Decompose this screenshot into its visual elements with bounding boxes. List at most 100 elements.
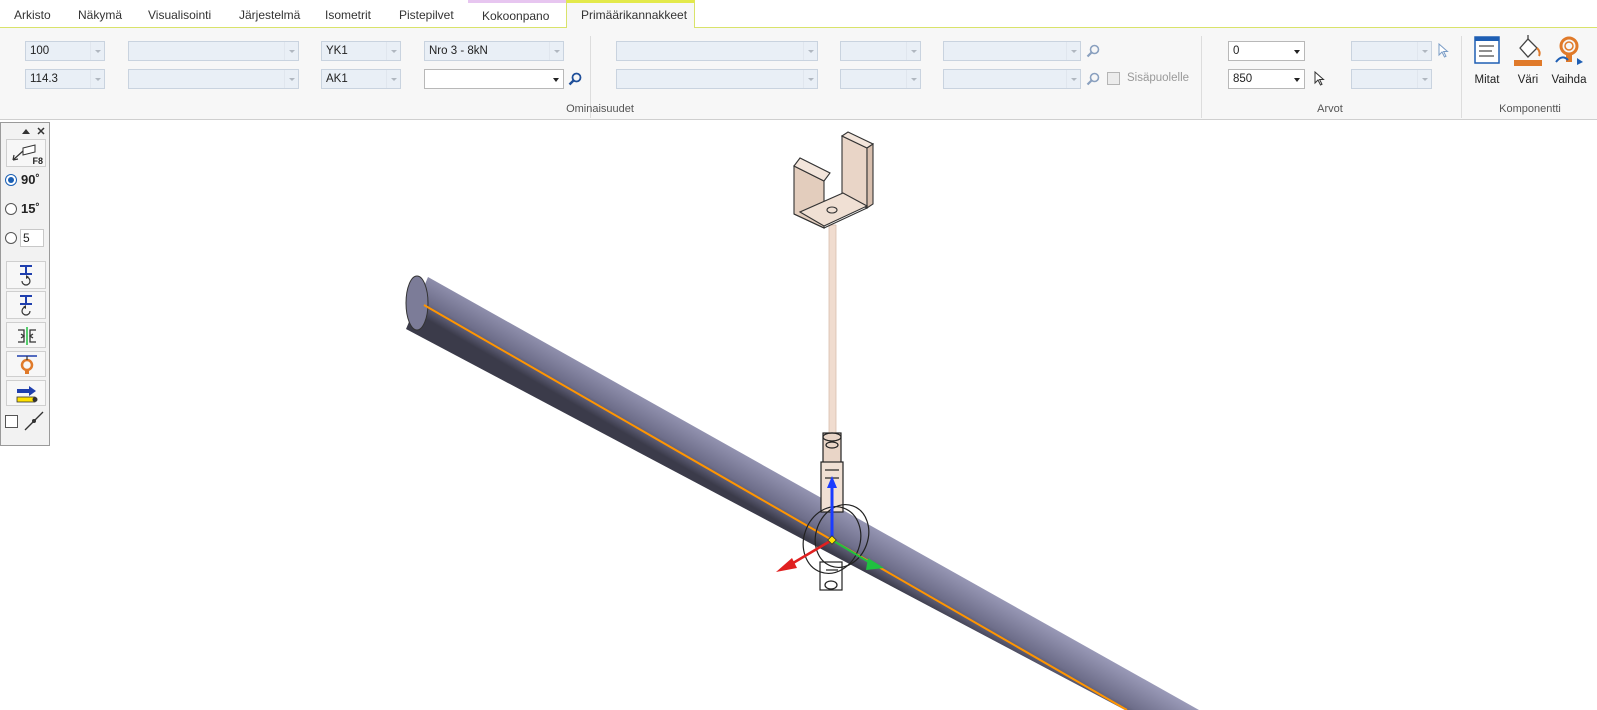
property-combo-3[interactable] [616,41,818,61]
u-channel-bracket[interactable] [793,131,875,229]
chevron-down-icon[interactable] [284,70,298,88]
mirror-icon [18,327,36,345]
swap-component-icon [1555,36,1583,65]
chevron-down-icon[interactable] [284,42,298,60]
ribbon-panel: 100 114.3 YK1 AK1 Nro 3 - 8kN Sisäpuolel… [0,28,1597,120]
3d-viewport[interactable] [0,121,1597,710]
chevron-down-icon[interactable] [549,42,563,60]
tab-visualisointi[interactable]: Visualisointi [134,0,225,28]
lower-code-value: AK1 [326,73,348,85]
tab-jarjestelma[interactable]: Järjestelmä [225,0,314,28]
pick-cursor-icon[interactable] [1314,71,1326,87]
lower-select-combo[interactable] [424,69,564,89]
tab-isometrit[interactable]: Isometrit [311,0,385,28]
move-button[interactable] [6,380,46,406]
chevron-down-icon[interactable] [90,70,104,88]
upper-code-value: YK1 [326,45,348,57]
dimensions-icon [1474,36,1500,64]
size-combo[interactable]: 100 [25,41,105,61]
rotate-cw-button[interactable] [6,291,46,319]
mirror-button[interactable] [6,322,46,348]
pick-cursor-icon[interactable] [1438,43,1450,59]
load-class-combo[interactable]: Nro 3 - 8kN [424,41,564,61]
group-label-ominaisuudet: Ominaisuudet [566,103,634,115]
value2-combo[interactable]: 850 [1228,69,1305,89]
close-icon[interactable] [36,126,46,136]
diameter-combo[interactable]: 114.3 [25,69,105,89]
chevron-down-icon[interactable] [1066,42,1080,60]
lower-code-combo[interactable]: AK1 [321,69,401,89]
chevron-down-icon[interactable] [803,70,817,88]
load-class-value: Nro 3 - 8kN [429,45,488,57]
vaihda-button[interactable]: Vaihda [1547,34,1591,86]
snap-hotkey-label: F8 [32,156,43,166]
chevron-down-icon[interactable] [90,42,104,60]
line-mode-checkbox[interactable] [5,415,18,428]
collapse-icon[interactable] [21,127,31,135]
rotate-ccw-button[interactable] [6,261,46,289]
property-combo-8[interactable] [943,69,1081,89]
pipe-body[interactable] [406,277,1199,710]
support-align-icon [17,355,37,374]
value3-combo[interactable] [1351,41,1432,61]
property-combo-7[interactable] [943,41,1081,61]
vari-label: Väri [1517,74,1539,86]
axis-x-arrow[interactable] [776,558,797,572]
angle-15-label: 15˚ [21,201,40,216]
rotate-right-icon [20,295,32,316]
rotate-left-icon [20,265,32,286]
chevron-down-icon[interactable] [386,42,400,60]
tab-nakyma[interactable]: Näkymä [64,0,136,28]
tool-palette: F8 90˚ 15˚ 5 [0,122,50,446]
chevron-down-icon[interactable] [906,42,920,60]
search-icon[interactable] [568,72,582,86]
chevron-down-icon[interactable] [549,70,563,88]
chevron-down-icon[interactable] [1417,42,1431,60]
angle-15-radio[interactable] [5,203,17,215]
chevron-down-icon[interactable] [1290,42,1304,60]
group-label-komponentti: Komponentti [1499,103,1561,115]
value1-combo[interactable]: 0 [1228,41,1305,61]
diameter-value: 114.3 [30,73,58,85]
tab-arkisto[interactable]: Arkisto [0,0,65,28]
chevron-down-icon[interactable] [906,70,920,88]
property-combo-6[interactable] [840,69,921,89]
search-icon[interactable] [1086,44,1100,58]
inside-checkbox-label: Sisäpuolelle [1127,72,1190,84]
ribbon-separator [1201,36,1202,118]
mitat-button[interactable]: Mitat [1465,34,1509,86]
size-value: 100 [30,45,50,57]
angle-90-label: 90˚ [21,172,40,187]
value4-combo[interactable] [1351,69,1432,89]
angle-90-radio[interactable] [5,174,17,186]
search-icon[interactable] [1086,72,1100,86]
mitat-label: Mitat [1474,74,1500,86]
inside-checkbox[interactable] [1107,72,1120,85]
angle-custom-radio[interactable] [5,232,17,244]
vari-button[interactable]: Väri [1506,34,1550,86]
ribbon-separator [1461,36,1462,118]
upper-code-combo[interactable]: YK1 [321,41,401,61]
property-combo-4[interactable] [616,69,818,89]
chevron-down-icon[interactable] [386,70,400,88]
chevron-down-icon[interactable] [1417,70,1431,88]
tab-primaarikannakkeet[interactable]: Primäärikannakkeet [566,0,695,29]
property-combo-2[interactable] [128,69,299,89]
pipe-end-cap[interactable] [405,275,429,331]
tab-pistepilvet[interactable]: Pistepilvet [385,0,468,28]
chevron-down-icon[interactable] [1066,70,1080,88]
value2-text: 850 [1233,73,1253,85]
custom-angle-input[interactable]: 5 [20,229,44,247]
line-tool-icon[interactable] [23,410,45,432]
hanger-rod[interactable] [828,224,837,436]
chevron-down-icon[interactable] [803,42,817,60]
property-combo-1[interactable] [128,41,299,61]
pipe[interactable] [405,275,1199,710]
support-align-button[interactable] [6,351,46,377]
chevron-down-icon[interactable] [1290,70,1304,88]
property-combo-5[interactable] [840,41,921,61]
group-label-arvot: Arvot [1317,103,1343,115]
move-arrow-icon [16,386,38,403]
snap-button[interactable]: F8 [6,139,46,167]
tab-kokoonpano[interactable]: Kokoonpano [468,0,566,28]
